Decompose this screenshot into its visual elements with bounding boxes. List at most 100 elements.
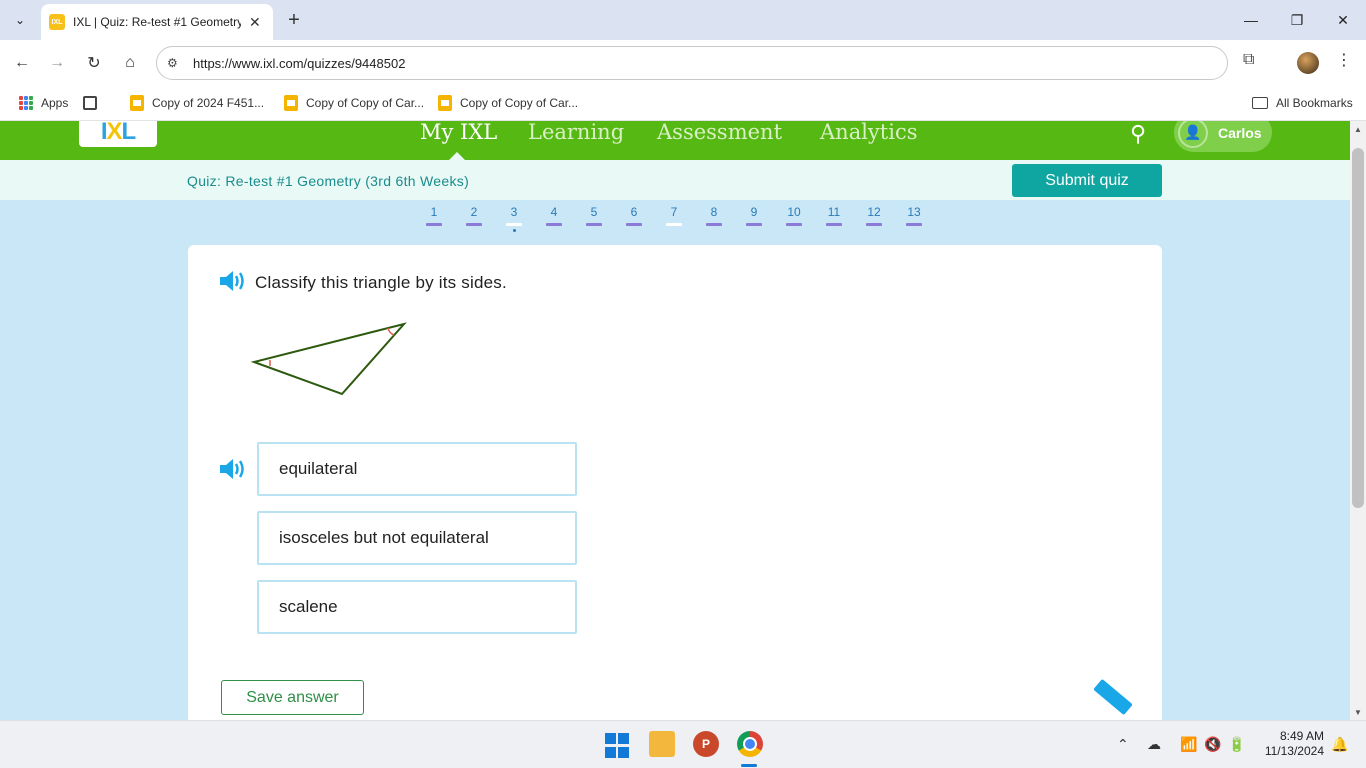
question-status-bar [706, 223, 722, 226]
question-status-bar [746, 223, 762, 226]
question-nav-item[interactable]: 1 [426, 205, 466, 232]
reload-icon[interactable]: ↻ [82, 51, 106, 75]
tab-strip: ⌄ IXL IXL | Quiz: Re-test #1 Geometry ✕ … [0, 0, 1366, 40]
bookmark-item-2[interactable]: Copy of Copy of Car... [284, 93, 424, 113]
choice-isosceles[interactable]: isosceles but not equilateral [257, 511, 577, 565]
cloud-offline-icon[interactable]: ☁ [1147, 736, 1161, 753]
restore-icon[interactable]: ❐ [1285, 8, 1309, 32]
question-nav-item[interactable]: 11 [826, 205, 866, 232]
tab-close-icon[interactable]: ✕ [249, 14, 261, 31]
apps-grid-icon [19, 96, 33, 110]
scroll-down-icon[interactable]: ▼ [1350, 704, 1366, 720]
question-nav-item[interactable]: 10 [786, 205, 826, 232]
choice-equilateral[interactable]: equilateral [257, 442, 577, 496]
powerpoint-icon[interactable]: P [693, 731, 719, 757]
pencil-icon[interactable] [1093, 678, 1133, 716]
home-icon[interactable]: ⌂ [118, 51, 142, 75]
tab-search-dropdown-icon[interactable]: ⌄ [8, 8, 32, 32]
all-bookmarks[interactable]: All Bookmarks [1252, 93, 1353, 113]
extensions-icon[interactable]: ⧉ [1243, 51, 1254, 69]
clock-date: 11/13/2024 [1264, 744, 1324, 758]
wifi-icon[interactable]: 📶 [1180, 736, 1197, 753]
nav-assessment[interactable]: Assessment [657, 121, 782, 143]
question-number: 2 [470, 205, 478, 219]
clock[interactable]: 8:49 AM 11/13/2024 [1256, 729, 1324, 759]
ixl-logo[interactable]: IXL [79, 121, 157, 147]
minimize-icon[interactable]: — [1239, 8, 1263, 32]
user-menu[interactable]: 👤 Carlos [1174, 121, 1272, 152]
page-scrollbar[interactable]: ▲ ▼ [1350, 121, 1366, 720]
question-nav-item[interactable]: 2 [466, 205, 506, 232]
nav-active-caret [449, 152, 465, 160]
question-status-bar [466, 223, 482, 226]
question-number: 4 [550, 205, 558, 219]
site-info-icon[interactable]: ⚙ [167, 56, 193, 70]
browser-tab[interactable]: IXL IXL | Quiz: Re-test #1 Geometry ✕ [41, 4, 273, 40]
speaker-icon[interactable] [218, 457, 246, 481]
question-nav-item[interactable]: 5 [586, 205, 626, 232]
tab-title: IXL | Quiz: Re-test #1 Geometry [73, 15, 241, 29]
tab-groups-button[interactable] [83, 93, 103, 113]
chrome-menu-icon[interactable]: ⋮ [1336, 50, 1352, 70]
search-icon[interactable]: ⚲ [1130, 121, 1146, 147]
file-explorer-icon[interactable] [649, 731, 675, 757]
choice-scalene[interactable]: scalene [257, 580, 577, 634]
question-number: 8 [710, 205, 718, 219]
nav-my-ixl[interactable]: My IXL [420, 121, 497, 143]
question-number: 12 [867, 205, 881, 219]
chrome-icon[interactable] [737, 731, 763, 757]
question-status-bar [626, 223, 642, 226]
profile-avatar[interactable] [1297, 52, 1319, 74]
slides-icon [284, 95, 298, 111]
active-app-indicator [741, 764, 757, 767]
scroll-thumb[interactable] [1352, 148, 1364, 508]
question-status-bar [786, 223, 802, 226]
question-number: 3 [510, 205, 518, 219]
question-nav-item[interactable]: 9 [746, 205, 786, 232]
question-status-bar [666, 223, 682, 226]
windows-start-icon[interactable] [605, 733, 631, 759]
speaker-icon[interactable] [218, 269, 246, 293]
question-nav-item[interactable]: 8 [706, 205, 746, 232]
bookmark-item-3[interactable]: Copy of Copy of Car... [438, 93, 578, 113]
address-bar[interactable]: ⚙ https://www.ixl.com/quizzes/9448502 [156, 46, 1228, 80]
question-nav-item[interactable]: 3 [506, 205, 546, 232]
question-nav-item[interactable]: 6 [626, 205, 666, 232]
notifications-bell-icon[interactable]: 🔔 [1331, 736, 1348, 753]
question-status-bar [906, 223, 922, 226]
close-window-icon[interactable]: ✕ [1331, 8, 1355, 32]
question-nav-item[interactable]: 13 [906, 205, 946, 232]
bookmark-item-1[interactable]: Copy of 2024 F451... [130, 93, 264, 113]
question-number: 1 [430, 205, 438, 219]
submit-quiz-button[interactable]: Submit quiz [1012, 164, 1162, 197]
forward-icon[interactable]: → [45, 51, 69, 75]
question-nav-item[interactable]: 4 [546, 205, 586, 232]
slides-icon [438, 95, 452, 111]
windows-taskbar: P ⌃ ☁ 📶 🔇 🔋 8:49 AM 11/13/2024 🔔 [0, 720, 1366, 768]
show-hidden-icons-icon[interactable]: ⌃ [1117, 736, 1129, 753]
question-text: Classify this triangle by its sides. [255, 273, 507, 292]
bookmarks-bar: Apps Copy of 2024 F451... Copy of Copy o… [0, 86, 1366, 121]
save-answer-button[interactable]: Save answer [221, 680, 364, 715]
question-number: 6 [630, 205, 638, 219]
ixl-navbar: IXL My IXL Learning Assessment Analytics… [0, 121, 1350, 160]
question-status-bar [506, 223, 522, 226]
question-nav-item[interactable]: 12 [866, 205, 906, 232]
question-number: 10 [787, 205, 801, 219]
new-tab-icon[interactable]: + [282, 8, 306, 32]
question-status-bar [866, 223, 882, 226]
back-icon[interactable]: ← [10, 51, 34, 75]
question-status-bar [826, 223, 842, 226]
battery-icon[interactable]: 🔋 [1228, 736, 1245, 753]
nav-analytics[interactable]: Analytics [820, 121, 917, 143]
question-number: 9 [750, 205, 758, 219]
question-number: 5 [590, 205, 598, 219]
scroll-up-icon[interactable]: ▲ [1350, 121, 1366, 137]
ixl-favicon-icon: IXL [49, 14, 65, 30]
folder-icon [1252, 97, 1268, 109]
question-nav-item[interactable]: 7 [666, 205, 706, 232]
volume-muted-icon[interactable]: 🔇 [1204, 736, 1221, 753]
browser-toolbar: ← → ↻ ⌂ ⚙ https://www.ixl.com/quizzes/94… [0, 40, 1366, 86]
nav-learning[interactable]: Learning [528, 121, 624, 143]
bookmark-apps[interactable]: Apps [19, 93, 68, 113]
